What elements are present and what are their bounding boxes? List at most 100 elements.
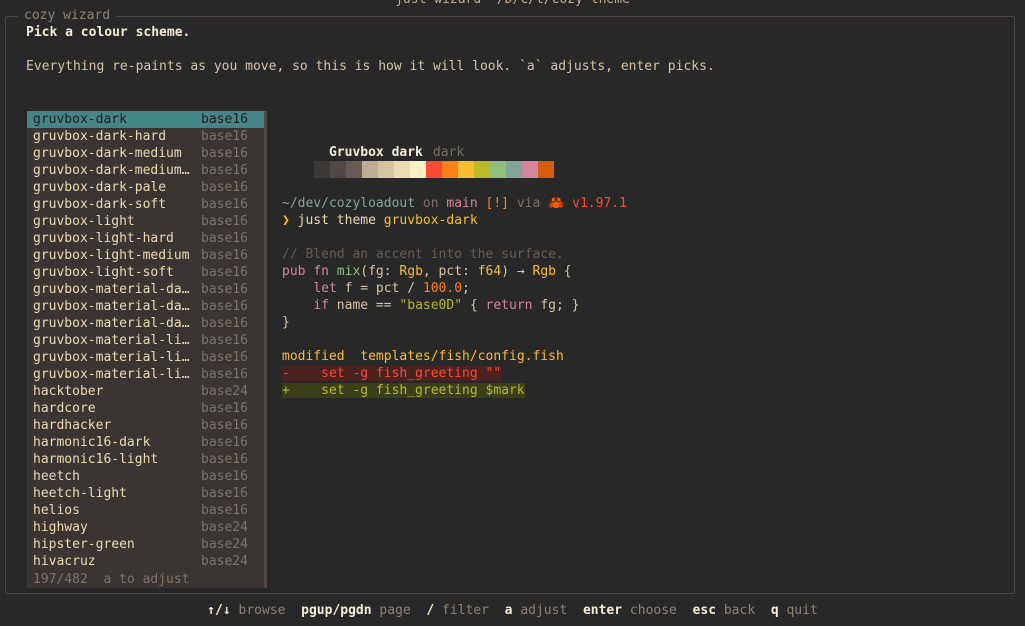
scheme-list[interactable]: gruvbox-dark base16 gruvbox-dark-hard base1… — [27, 111, 267, 588]
scheme-base: base24 — [201, 520, 248, 535]
scheme-base: base16 — [201, 163, 248, 178]
scheme-item[interactable]: hipster-green base24 — [27, 536, 264, 553]
scheme-base: base16 — [201, 180, 248, 195]
scheme-name: harmonic16-light — [33, 452, 159, 467]
scheme-item[interactable]: hardcore base16 — [27, 400, 264, 417]
color-swatch — [426, 161, 442, 178]
code-text: f = pct / — [336, 281, 423, 296]
command-text: just theme — [297, 213, 376, 228]
scheme-base: base16 — [201, 265, 248, 280]
prompt-via: via — [516, 196, 541, 211]
scheme-item[interactable]: gruvbox-dark-pale base16 — [27, 179, 264, 196]
scheme-base: base16 — [201, 350, 248, 365]
hint-key: q — [770, 603, 779, 618]
scheme-item[interactable]: gruvbox-dark-medium base16 — [27, 145, 264, 162]
theme-name: Gruvbox dark — [328, 145, 423, 160]
scheme-base: base16 — [201, 367, 248, 382]
scheme-item[interactable]: gruvbox-dark-hard base16 — [27, 128, 264, 145]
code-keyword: let — [313, 281, 337, 296]
scheme-item[interactable]: harmonic16-light base16 — [27, 451, 264, 468]
prompt-line: ~/dev/cozyloadout on main [!] via 🦀 v1.9… — [282, 195, 982, 212]
prompt-version: v1.97.1 — [572, 196, 627, 211]
color-swatch — [538, 161, 554, 178]
rust-icon: 🦀 — [548, 196, 565, 211]
scheme-name: helios — [33, 503, 80, 518]
scheme-item[interactable]: hacktober base24 — [27, 383, 264, 400]
window-title: just wizard ~/D/c/t/cozy-theme — [0, 0, 1025, 8]
prompt-status: [!] — [485, 196, 509, 211]
scheme-name: gruvbox-material-li… — [33, 367, 190, 382]
diff-added-line: + set -g fish_greeting $mark — [282, 383, 525, 398]
diff-status: modified — [282, 349, 345, 364]
scheme-item[interactable]: gruvbox-light-medium base16 — [27, 247, 264, 264]
scheme-name: gruvbox-material-li… — [33, 350, 190, 365]
scheme-item[interactable]: gruvbox-light-hard base16 — [27, 230, 264, 247]
scheme-item[interactable]: hardhacker base16 — [27, 417, 264, 434]
color-swatch — [378, 161, 394, 178]
scheme-name: gruvbox-material-da… — [33, 282, 190, 297]
scheme-base: base16 — [201, 112, 248, 127]
command-line: ❯ just theme gruvbox-dark — [282, 212, 982, 229]
scheme-base: base24 — [201, 554, 248, 569]
code-type: Rgb — [399, 264, 423, 279]
hint-desc: choose — [629, 603, 677, 618]
color-swatch — [490, 161, 506, 178]
scheme-item[interactable]: helios base16 — [27, 502, 264, 519]
code-text: { — [462, 298, 486, 313]
code-text: (fg: — [360, 264, 400, 279]
scheme-item-selected[interactable]: gruvbox-dark base16 — [27, 111, 264, 128]
diff-removed-line: - set -g fish_greeting "" — [282, 366, 502, 381]
scheme-item[interactable]: heetch-light base16 — [27, 485, 264, 502]
scheme-item[interactable]: heetch base16 — [27, 468, 264, 485]
color-swatch — [522, 161, 538, 178]
scheme-base: base16 — [201, 197, 248, 212]
scheme-item[interactable]: gruvbox-light-soft base16 — [27, 264, 264, 281]
color-swatch — [458, 161, 474, 178]
code-line: let f = pct / 100.0; — [282, 280, 982, 297]
hint-key: ↑/↓ — [207, 603, 231, 618]
color-swatch — [474, 161, 490, 178]
hint-key: esc — [692, 603, 717, 618]
code-text: fg; } — [532, 298, 580, 313]
scheme-item[interactable]: gruvbox-material-da… base16 — [27, 298, 264, 315]
hint-key: / — [426, 603, 435, 618]
scheme-item[interactable]: gruvbox-dark-medium… base16 — [27, 162, 264, 179]
list-footer: 197/482 a to adjust — [33, 572, 190, 587]
hint-key: a — [504, 603, 513, 618]
palette-swatches — [298, 161, 982, 178]
scheme-base: base24 — [201, 537, 248, 552]
hint-key: pgup/pgdn — [301, 603, 372, 618]
scheme-base: base16 — [201, 129, 248, 144]
color-swatch — [330, 161, 346, 178]
scheme-item[interactable]: highway base24 — [27, 519, 264, 536]
scheme-base: base16 — [201, 316, 248, 331]
scheme-item[interactable]: gruvbox-light base16 — [27, 213, 264, 230]
color-swatch — [442, 161, 458, 178]
scheme-base: base16 — [201, 282, 248, 297]
scheme-item[interactable]: gruvbox-dark-soft base16 — [27, 196, 264, 213]
scheme-base: base16 — [201, 333, 248, 348]
scheme-base: base16 — [201, 503, 248, 518]
scheme-name: harmonic16-dark — [33, 435, 151, 450]
scheme-name: hardhacker — [33, 418, 112, 433]
scheme-item[interactable]: gruvbox-material-li… base16 — [27, 349, 264, 366]
scheme-item[interactable]: gruvbox-material-da… base16 — [27, 281, 264, 298]
code-function: mix — [336, 264, 361, 279]
scheme-item[interactable]: gruvbox-material-li… base16 — [27, 332, 264, 349]
scheme-item[interactable]: gruvbox-material-li… base16 — [27, 366, 264, 383]
hint-key: enter — [582, 603, 623, 618]
scheme-item[interactable]: hivacruz base24 — [27, 553, 264, 570]
code-comment: // Blend an accent into the surface. — [282, 247, 564, 262]
code-type: Rgb — [532, 264, 556, 279]
scheme-name: gruvbox-dark — [33, 112, 127, 127]
code-line: } — [282, 315, 290, 330]
hint-desc: filter — [442, 603, 490, 618]
scheme-item[interactable]: harmonic16-dark base16 — [27, 434, 264, 451]
scheme-item[interactable]: gruvbox-material-da… base16 — [27, 315, 264, 332]
wizard-frame: cozy wizard Pick a colour scheme. Everyt… — [5, 8, 1015, 594]
code-type: f64 — [477, 264, 502, 279]
scheme-name: gruvbox-dark-medium — [33, 146, 182, 161]
scheme-name: hardcore — [33, 401, 96, 416]
scheme-name: gruvbox-light-hard — [33, 231, 174, 246]
